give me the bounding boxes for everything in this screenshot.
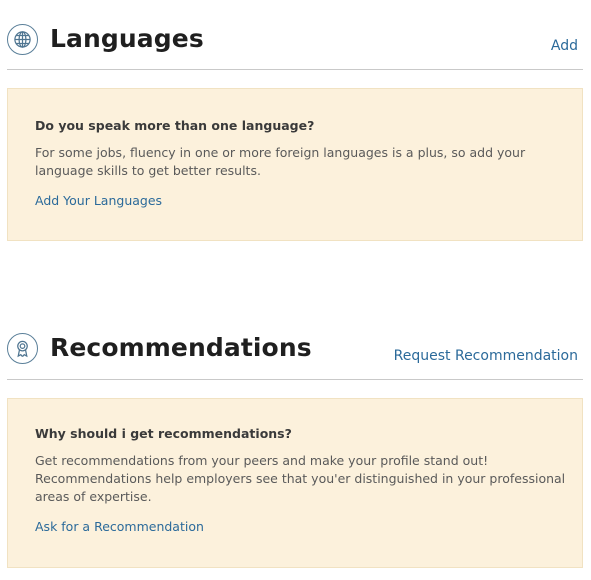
recommendations-description: Get recommendations from your peers and … [35,453,566,504]
languages-title: Languages [50,24,204,53]
add-your-languages-link[interactable]: Add Your Languages [35,193,162,208]
recommendations-section-header: Recommendations Request Recommendation [7,331,583,380]
recommendations-question: Why should i get recommendations? [35,426,292,441]
recommendations-title: Recommendations [50,333,312,362]
ask-for-recommendation-link[interactable]: Ask for a Recommendation [35,519,204,534]
languages-info-box: Do you speak more than one language? For… [7,88,583,241]
languages-question: Do you speak more than one language? [35,118,315,133]
globe-icon [7,24,38,55]
languages-section-header: Languages Add [7,22,583,70]
recommendations-info-box: Why should i get recommendations? Get re… [7,398,583,568]
languages-description: For some jobs, fluency in one or more fo… [35,145,526,178]
add-language-button[interactable]: Add [551,38,578,54]
award-ribbon-icon [7,333,38,364]
request-recommendation-button[interactable]: Request Recommendation [394,348,578,364]
profile-page: Languages Add Do you speak more than one… [0,0,591,580]
